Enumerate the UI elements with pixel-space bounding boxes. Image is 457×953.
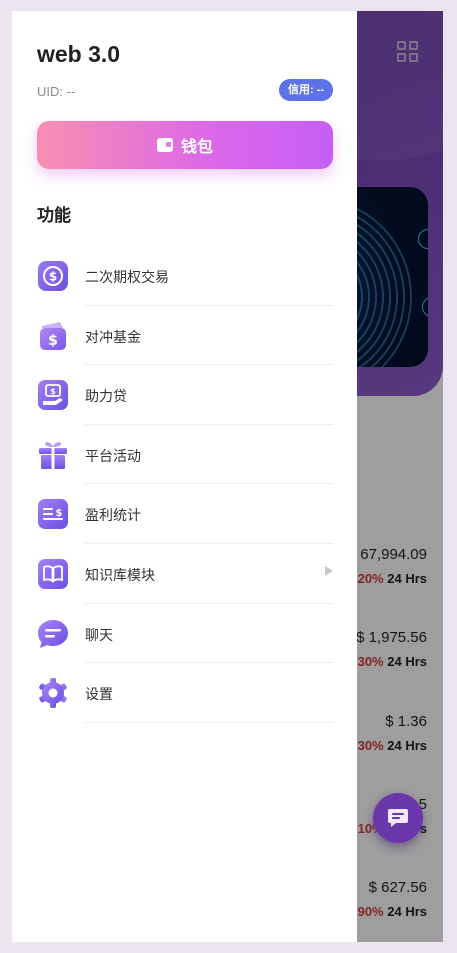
menu-item-options-trading[interactable]: $ 二次期权交易: [37, 246, 333, 306]
profit-stats-icon: $: [38, 499, 68, 530]
chat-message-icon: [388, 809, 408, 827]
feature-menu: $ 二次期权交易 $ 对冲基金 $ 助力贷 平台活动 $ 盈利统计 知识库模块 …: [37, 246, 333, 723]
menu-item-label: 知识库模块: [85, 566, 155, 583]
wallet-icon: [156, 138, 173, 152]
menu-item-profit-stats[interactable]: $ 盈利统计: [37, 484, 333, 544]
menu-item-label: 设置: [85, 686, 113, 703]
menu-item-label: 对冲基金: [85, 328, 141, 345]
svg-text:$: $: [56, 508, 63, 519]
menu-item-settings[interactable]: 设置: [37, 663, 333, 723]
menu-item-knowledge-base[interactable]: 知识库模块: [37, 544, 333, 604]
loan-hand-icon: $: [38, 380, 68, 411]
wallet-dollar-icon: $: [40, 321, 66, 350]
app-frame: 67,994.09 20% 24 Hrs $ 1,975.56 30% 24 H…: [12, 11, 443, 942]
svg-text:$: $: [50, 387, 56, 396]
chevron-right-icon: [325, 565, 333, 576]
menu-item-label: 平台活动: [85, 447, 141, 464]
svg-text:$: $: [49, 270, 57, 284]
side-drawer: web 3.0 UID: -- 信用: -- 钱包 功能 $ 二次期权交易 $ …: [12, 11, 357, 942]
wallet-button[interactable]: 钱包: [37, 121, 333, 169]
menu-item-loan[interactable]: $ 助力贷: [37, 365, 333, 425]
app-title: web 3.0: [37, 41, 121, 67]
menu-item-chat[interactable]: 聊天: [37, 604, 333, 664]
book-icon: [38, 558, 68, 589]
divider: [85, 721, 333, 723]
menu-item-label: 二次期权交易: [85, 269, 169, 285]
section-title: 功能: [37, 206, 71, 225]
exchange-coin-icon: $: [38, 261, 68, 291]
chat-fab-button[interactable]: [373, 793, 423, 843]
wallet-button-label: 钱包: [180, 139, 213, 156]
svg-text:$: $: [48, 333, 58, 349]
menu-item-label: 聊天: [85, 626, 113, 643]
gear-icon: [39, 678, 67, 709]
credit-badge: 信用: --: [278, 79, 333, 101]
chat-bubble-icon: [38, 619, 68, 648]
gift-icon: [39, 441, 67, 469]
menu-item-hedge-fund[interactable]: $ 对冲基金: [37, 306, 333, 366]
user-uid: UID: --: [37, 84, 76, 99]
menu-item-label: 盈利统计: [85, 507, 141, 524]
menu-item-platform-activity[interactable]: 平台活动: [37, 425, 333, 485]
menu-item-label: 助力贷: [85, 388, 127, 405]
